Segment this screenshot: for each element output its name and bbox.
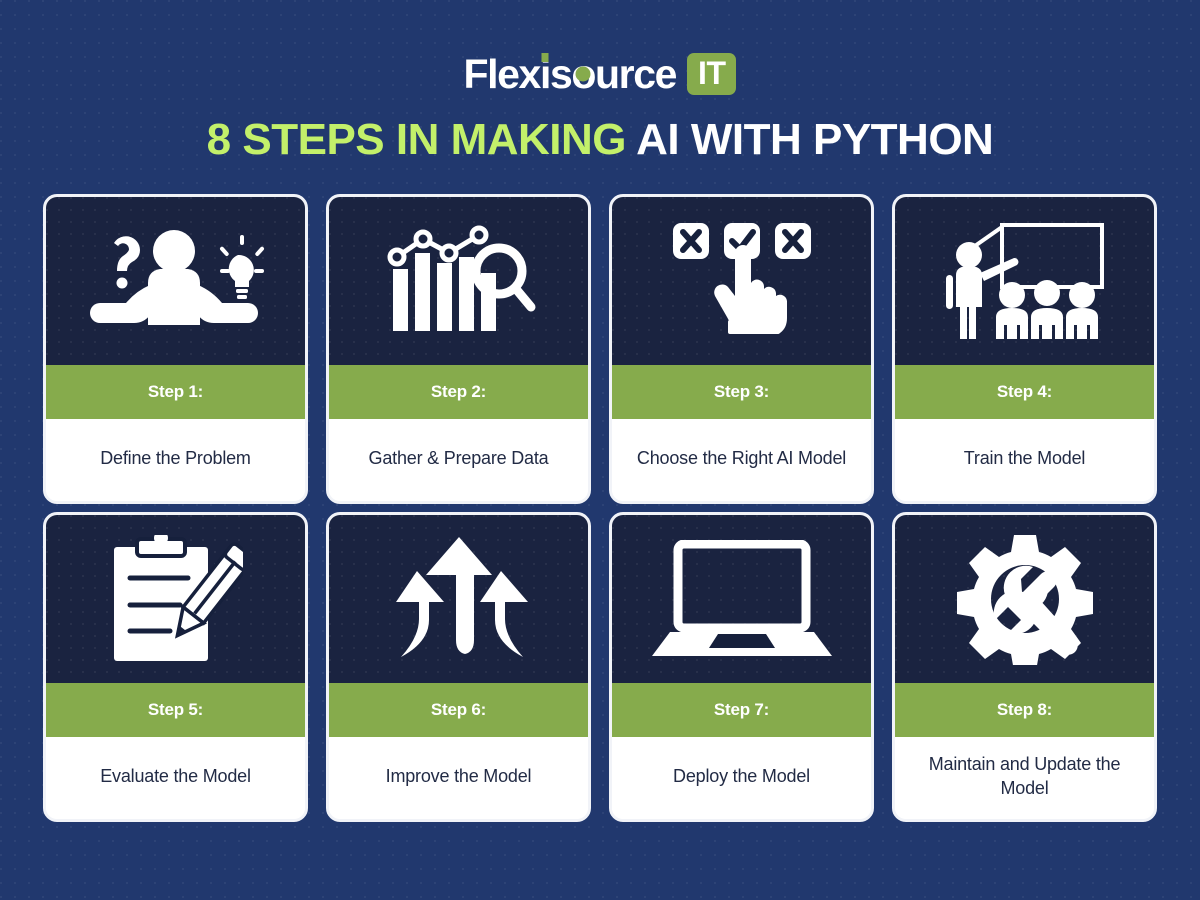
brand-word-s: s <box>549 50 573 97</box>
step-4-label: Step 4: <box>895 365 1154 419</box>
step-3-label: Step 3: <box>612 365 871 419</box>
step-3-title: Choose the Right AI Model <box>612 419 871 501</box>
step-3-icon-panel <box>612 197 871 365</box>
person-shrug-question-lightbulb-icon <box>89 230 264 325</box>
step-8-title: Maintain and Update the Model <box>895 737 1154 819</box>
step-2-title: Gather & Prepare Data <box>329 419 588 501</box>
brand-o-dot-icon <box>575 66 591 82</box>
step-2-icon-panel <box>329 197 588 365</box>
hand-select-checkbox-icon <box>672 222 811 334</box>
step-4-icon-panel <box>895 197 1154 365</box>
brand-word-o: o <box>571 53 596 95</box>
step-7-label: Step 7: <box>612 683 871 737</box>
step-5-label: Step 5: <box>46 683 305 737</box>
page-title-accent: 8 STEPS IN MAKING <box>206 115 627 164</box>
brand-logo: Flex i s o urce IT <box>464 52 737 96</box>
step-7-title: Deploy the Model <box>612 737 871 819</box>
step-5-title: Evaluate the Model <box>46 737 305 819</box>
step-card-2[interactable]: Step 2: Gather & Prepare Data <box>326 194 591 504</box>
teacher-whiteboard-students-icon <box>945 222 1104 339</box>
step-card-8[interactable]: Step 8: Maintain and Update the Model <box>892 512 1157 822</box>
step-card-3[interactable]: Step 3: Choose the Right AI Model <box>609 194 874 504</box>
step-1-title: Define the Problem <box>46 419 305 501</box>
clipboard-pencil-icon <box>114 535 243 661</box>
step-card-4[interactable]: Step 4: Train the Model <box>892 194 1157 504</box>
gear-wrench-icon <box>956 535 1093 665</box>
step-7-icon-panel <box>612 515 871 683</box>
infographic-canvas: Flex i s o urce IT 8 STEPS IN MAKING AI … <box>0 0 1200 900</box>
step-card-1[interactable]: Step 1: Define the Problem <box>43 194 308 504</box>
step-2-label: Step 2: <box>329 365 588 419</box>
brand-i-dot-icon <box>541 52 549 62</box>
steps-grid: Step 1: Define the Problem Step 2: Gathe… <box>43 194 1157 822</box>
step-card-5[interactable]: Step 5: Evaluate the Model <box>43 512 308 822</box>
step-1-label: Step 1: <box>46 365 305 419</box>
brand-word-urce: urce <box>595 50 677 97</box>
step-4-title: Train the Model <box>895 419 1154 501</box>
laptop-icon <box>651 540 832 656</box>
step-card-6[interactable]: Step 6: Improve the Model <box>326 512 591 822</box>
step-1-icon-panel <box>46 197 305 365</box>
page-title: 8 STEPS IN MAKING AI WITH PYTHON <box>207 118 994 162</box>
step-6-label: Step 6: <box>329 683 588 737</box>
brand-word-i: i <box>540 52 551 95</box>
step-8-label: Step 8: <box>895 683 1154 737</box>
step-5-icon-panel <box>46 515 305 683</box>
brand-wordmark: Flex i s o urce <box>463 50 677 97</box>
three-up-arrows-icon <box>395 537 528 657</box>
step-8-icon-panel <box>895 515 1154 683</box>
step-6-title: Improve the Model <box>329 737 588 819</box>
step-card-7[interactable]: Step 7: Deploy the Model <box>609 512 874 822</box>
brand-it-badge: IT <box>687 52 737 96</box>
brand-word-flex: Flex <box>463 50 542 97</box>
bar-chart-line-magnifier-icon <box>387 225 535 331</box>
step-6-icon-panel <box>329 515 588 683</box>
page-title-plain: AI WITH PYTHON <box>636 115 994 164</box>
